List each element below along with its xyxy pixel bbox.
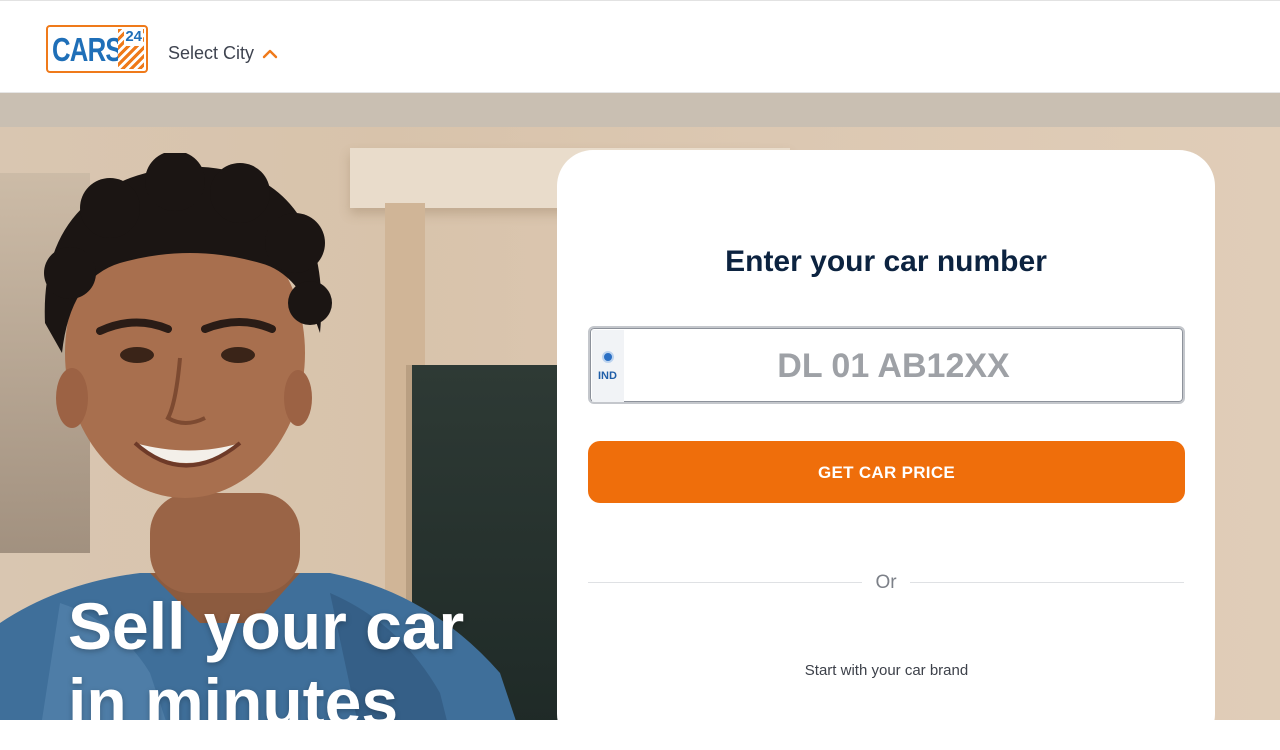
cars24-logo[interactable]: CARS 24 [46, 25, 148, 73]
hero-headline: Sell your car in minutes [68, 588, 464, 720]
chevron-up-icon[interactable] [262, 45, 278, 61]
form-title: Enter your car number [725, 245, 1047, 278]
plate-country-strip: IND [592, 330, 624, 402]
select-city-link[interactable]: Select City [168, 42, 254, 64]
car-number-input[interactable] [626, 330, 1181, 402]
logo-number: 24 [124, 28, 143, 46]
car-number-plate-field[interactable]: IND [588, 326, 1185, 404]
or-divider-text: Or [875, 572, 897, 593]
headline-line-2: in minutes [68, 665, 399, 720]
top-header: CARS 24 Select City [0, 0, 1280, 93]
ashoka-chakra-icon [602, 351, 614, 363]
divider-line-left [588, 582, 862, 583]
background-beam [0, 93, 1280, 127]
get-car-price-button[interactable]: GET CAR PRICE [588, 441, 1185, 503]
plate-country-code: IND [598, 370, 617, 382]
headline-line-1: Sell your car [68, 589, 465, 663]
start-with-brand-link[interactable]: Start with your car brand [588, 662, 1185, 680]
divider-line-right [910, 582, 1184, 583]
logo-text: CARS [52, 31, 123, 68]
